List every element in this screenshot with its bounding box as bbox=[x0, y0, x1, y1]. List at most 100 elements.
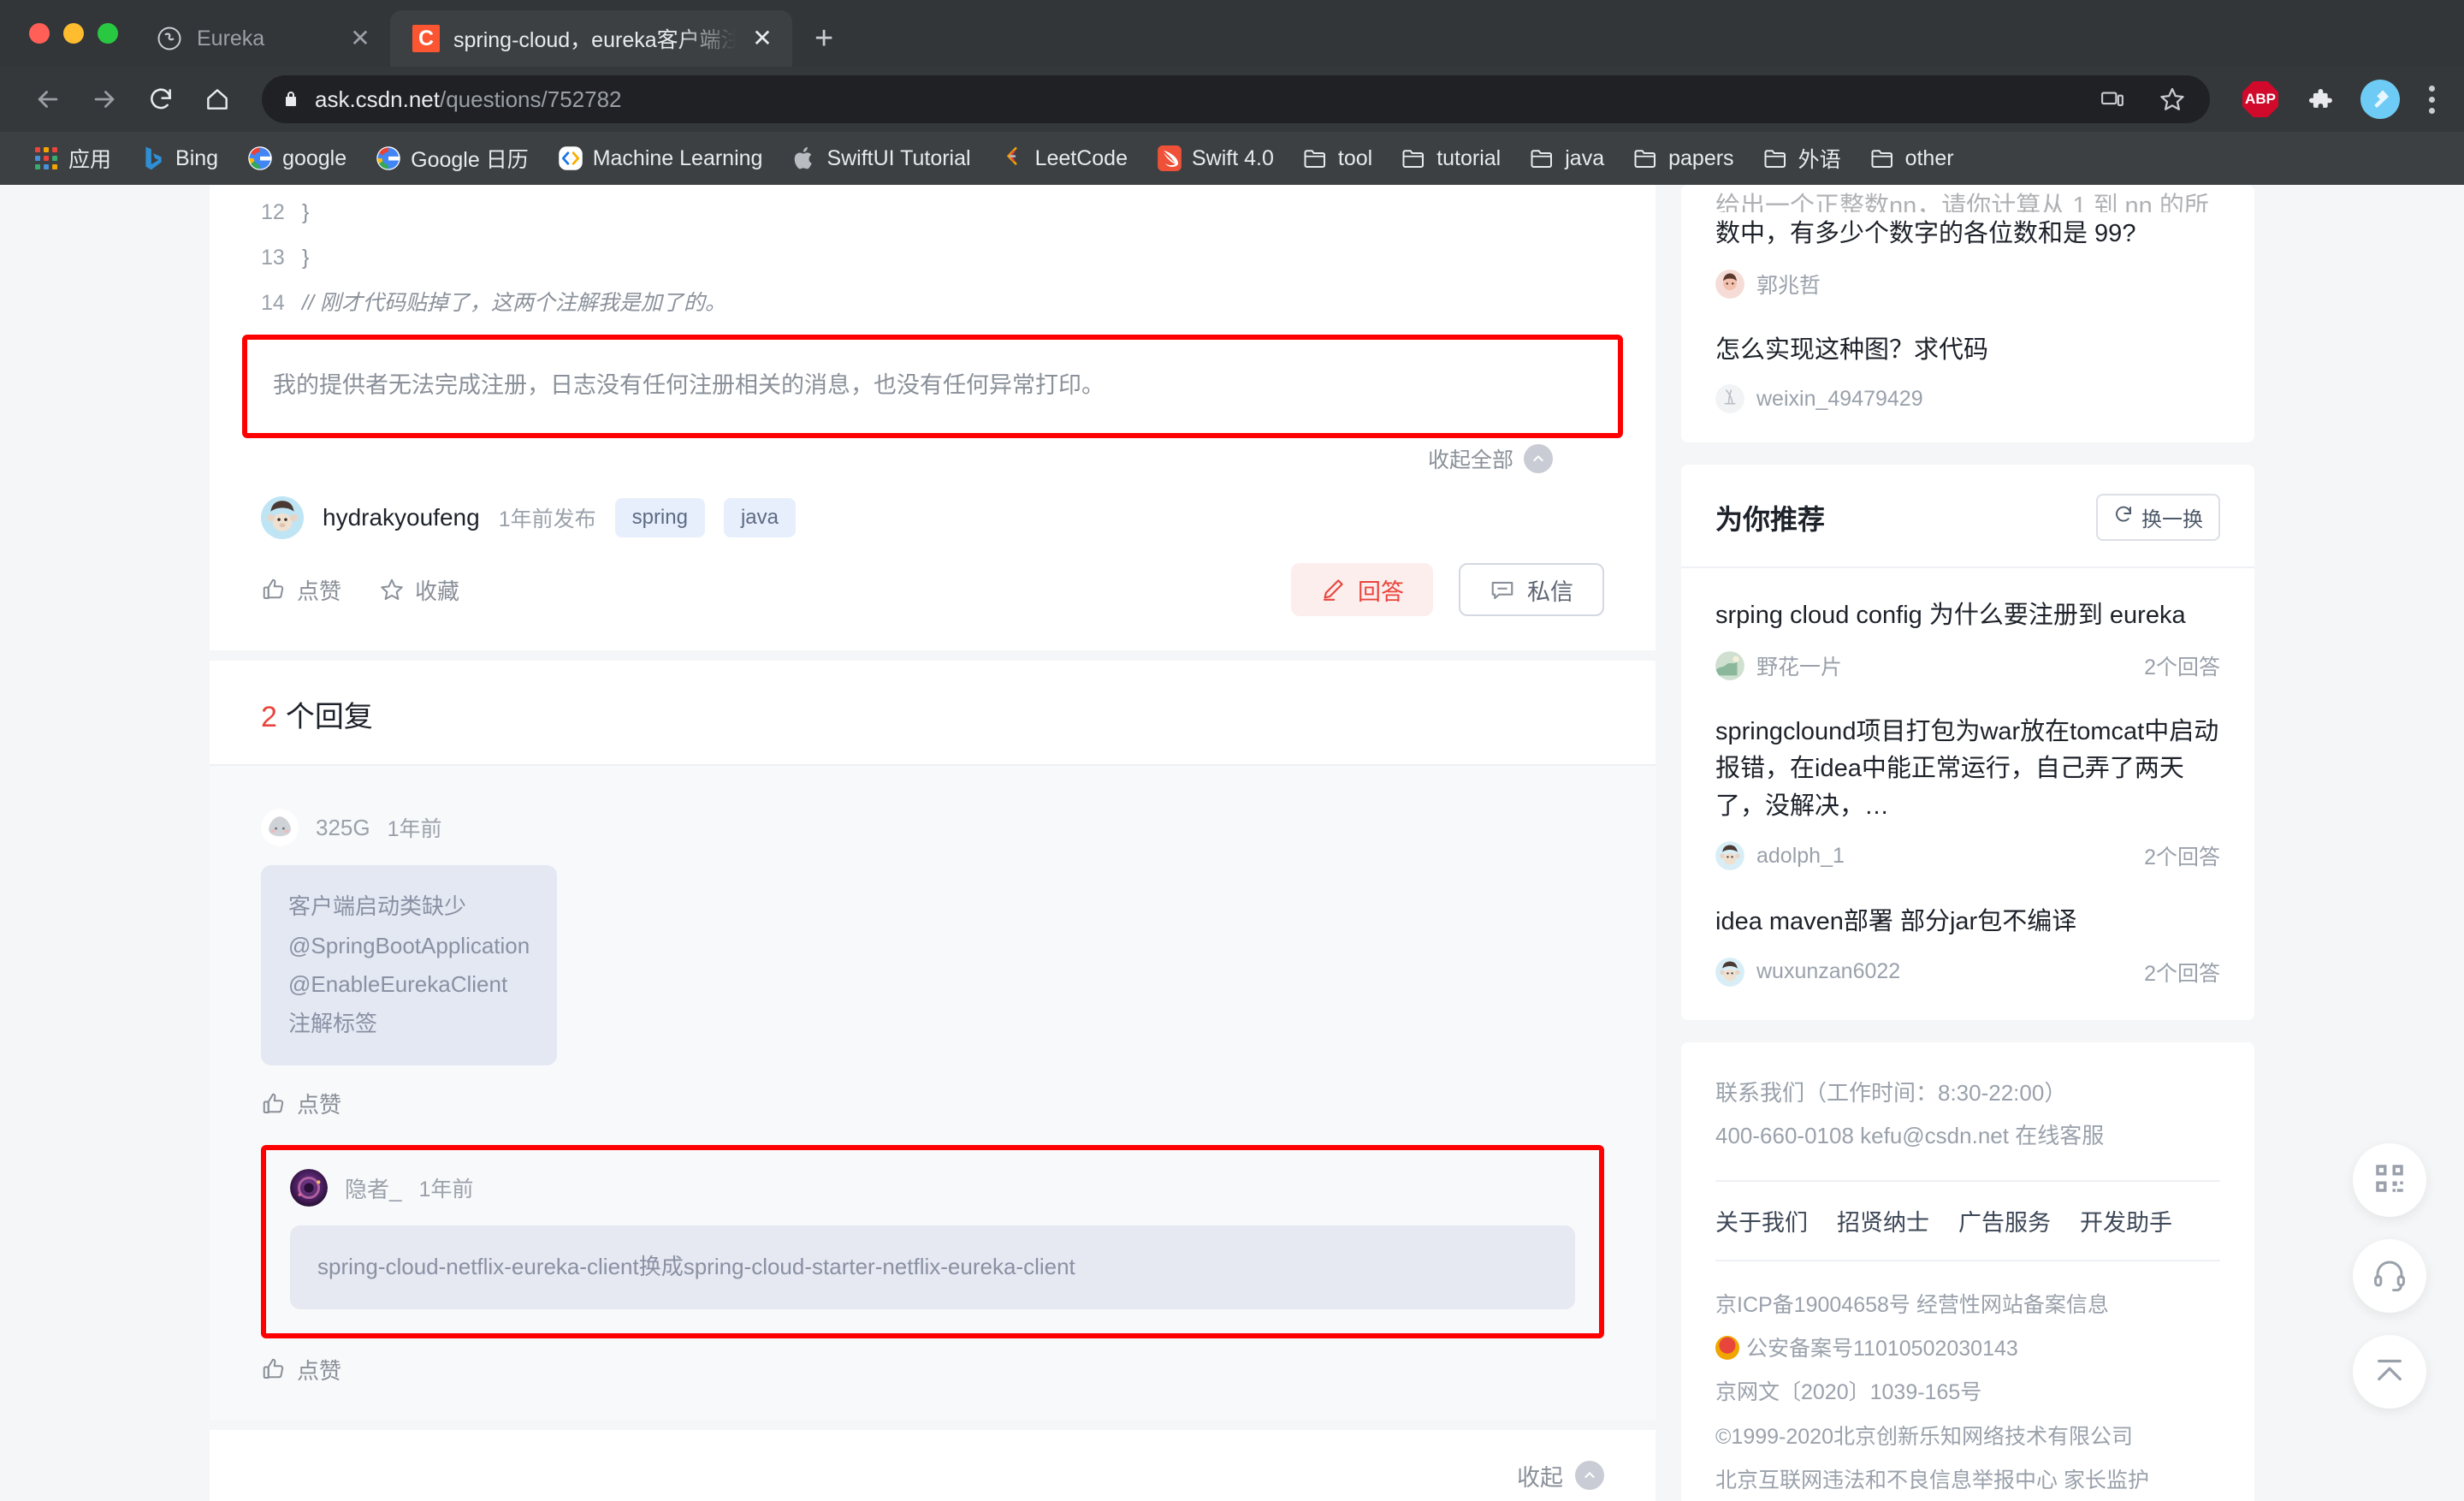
close-window-button[interactable] bbox=[29, 23, 50, 44]
legal-police-row[interactable]: 公安备案号11010502030143 bbox=[1715, 1327, 2220, 1371]
recommend-user[interactable]: wuxunzan6022 bbox=[1756, 959, 1900, 984]
bookmark-swiftui-tutorial[interactable]: SwiftUI Tutorial bbox=[777, 138, 985, 179]
avatar[interactable] bbox=[1715, 650, 1744, 680]
legal-icp[interactable]: 京ICP备19004658号 经营性网站备案信息 bbox=[1715, 1284, 2220, 1327]
footer-link-careers[interactable]: 招贤纳士 bbox=[1837, 1204, 1929, 1237]
minimize-window-button[interactable] bbox=[63, 23, 84, 44]
close-icon[interactable]: ✕ bbox=[347, 27, 373, 50]
bookmark-folder-tool[interactable]: tool bbox=[1288, 138, 1387, 179]
recommend-title[interactable]: idea maven部署 部分jar包不编译 bbox=[1715, 900, 2220, 941]
footer-divider bbox=[1715, 1179, 2220, 1182]
window-controls[interactable] bbox=[21, 0, 133, 67]
avatar[interactable] bbox=[261, 809, 299, 847]
legal-report-1[interactable]: 北京互联网违法和不良信息举报中心 家长监护 bbox=[1715, 1459, 2220, 1501]
bookmark-bing[interactable]: Bing bbox=[126, 138, 233, 179]
reply-like-label: 点赞 bbox=[297, 1092, 342, 1118]
replies-heading: 2 个回复 bbox=[210, 661, 1656, 767]
reload-icon[interactable] bbox=[135, 74, 187, 125]
bookmark-folder-papers[interactable]: papers bbox=[1619, 138, 1748, 179]
tab-eureka[interactable]: Eureka ✕ bbox=[133, 10, 390, 67]
folder-icon bbox=[1633, 145, 1659, 171]
recommend-user[interactable]: 野花一片 bbox=[1756, 650, 1842, 681]
reply-like-button[interactable]: 点赞 bbox=[261, 1354, 1604, 1385]
refresh-label: 换一换 bbox=[2141, 508, 2203, 531]
question-line-2[interactable]: 数中，有多少个数字的各位数和是 99? bbox=[1715, 212, 2220, 253]
bookmark-label: Swift 4.0 bbox=[1192, 145, 1274, 170]
recommend-title[interactable]: srping cloud config 为什么要注册到 eureka bbox=[1715, 594, 2220, 635]
question-user-name[interactable]: 郭兆哲 bbox=[1756, 269, 1821, 300]
url-host: ask.csdn.net bbox=[315, 86, 440, 112]
apps-grid-icon bbox=[33, 145, 59, 171]
avatar[interactable] bbox=[1715, 384, 1744, 413]
reply-list: 325G 1年前 客户端启动类缺少 @SpringBootApplication… bbox=[210, 766, 1656, 1420]
line-number: 14 bbox=[261, 291, 285, 315]
reply-author[interactable]: 隐者_ bbox=[345, 1172, 401, 1204]
bookmark-label: papers bbox=[1668, 145, 1734, 170]
bookmark-machine-learning[interactable]: Machine Learning bbox=[543, 138, 778, 179]
tag-java[interactable]: java bbox=[723, 498, 796, 538]
tag-spring[interactable]: spring bbox=[614, 498, 705, 538]
cast-icon[interactable] bbox=[2094, 80, 2131, 118]
extensions-puzzle-icon[interactable] bbox=[2301, 80, 2338, 118]
answer-button[interactable]: 回答 bbox=[1291, 563, 1433, 617]
bookmark-folder-foreign-language[interactable]: 外语 bbox=[1749, 138, 1856, 179]
home-icon[interactable] bbox=[192, 74, 243, 125]
apple-icon bbox=[791, 145, 817, 171]
close-icon[interactable]: ✕ bbox=[749, 27, 775, 50]
profile-avatar-icon[interactable] bbox=[2360, 80, 2400, 119]
footer-link-ads[interactable]: 广告服务 bbox=[1958, 1204, 2051, 1237]
favorite-button[interactable]: 收藏 bbox=[379, 574, 459, 606]
avatar[interactable] bbox=[261, 496, 304, 540]
like-button[interactable]: 点赞 bbox=[261, 574, 341, 606]
chrome-menu-icon[interactable] bbox=[2422, 85, 2442, 114]
collapse-button[interactable]: 收起 bbox=[210, 1429, 1656, 1501]
qrcode-icon bbox=[2372, 1160, 2408, 1201]
customer-service-button[interactable] bbox=[2353, 1239, 2426, 1313]
question-user-name[interactable]: weixin_49479429 bbox=[1756, 387, 1923, 412]
bookmark-google-calendar[interactable]: Google 日历 bbox=[361, 138, 543, 179]
back-to-top-icon bbox=[2372, 1352, 2408, 1392]
bookmark-google[interactable]: google bbox=[233, 138, 361, 179]
qrcode-button[interactable] bbox=[2353, 1143, 2426, 1217]
new-tab-button[interactable]: + bbox=[814, 22, 833, 55]
legal-jingwangwen: 京网文〔2020〕1039-165号 bbox=[1715, 1380, 1982, 1405]
avatar[interactable] bbox=[1715, 269, 1744, 299]
footer-link-about[interactable]: 关于我们 bbox=[1715, 1204, 1808, 1237]
collapse-all-button[interactable]: 收起全部 bbox=[210, 438, 1656, 474]
sidebar-footer: 联系我们（工作时间：8:30-22:00） 400-660-0108 kefu@… bbox=[1681, 1041, 2254, 1501]
reply-author[interactable]: 325G bbox=[316, 815, 370, 841]
abp-icon[interactable]: ABP bbox=[2242, 81, 2278, 117]
bookmark-folder-other[interactable]: other bbox=[1856, 138, 1969, 179]
recommend-title[interactable]: springclound项目打包为war放在tomcat中启动报错，在idea中… bbox=[1715, 710, 2220, 826]
bookmark-leetcode[interactable]: LeetCode bbox=[986, 138, 1142, 179]
bookmark-star-icon[interactable] bbox=[2153, 80, 2191, 118]
avatar[interactable] bbox=[1715, 957, 1744, 987]
bookmark-swift-40[interactable]: Swift 4.0 bbox=[1142, 138, 1288, 179]
bookmark-folder-java[interactable]: java bbox=[1515, 138, 1619, 179]
line-text: // 刚才代码贴掉了，这两个注解我是加了的。 bbox=[302, 291, 726, 315]
avatar[interactable] bbox=[290, 1169, 328, 1207]
back-to-top-button[interactable] bbox=[2353, 1335, 2426, 1409]
address-bar[interactable]: ask.csdn.net/questions/752782 bbox=[262, 75, 2210, 123]
question-title[interactable]: 怎么实现这种图？求代码 bbox=[1715, 329, 2220, 370]
extensions-area: ABP bbox=[2229, 80, 2442, 119]
private-message-button[interactable]: 私信 bbox=[1459, 563, 1604, 617]
refresh-recommend-button[interactable]: 换一换 bbox=[2096, 494, 2220, 541]
question-author-row: hydrakyoufeng 1年前发布 spring java bbox=[210, 474, 1656, 540]
tab-csdn-question[interactable]: C spring-cloud，eureka客户端注册 ✕ bbox=[390, 10, 792, 67]
question-actions-row: 点赞 收藏 回答 私信 bbox=[210, 539, 1656, 650]
back-icon[interactable] bbox=[22, 74, 74, 125]
recommend-user[interactable]: adolph_1 bbox=[1756, 844, 1845, 869]
footer-link-dev-assistant[interactable]: 开发助手 bbox=[2080, 1204, 2172, 1237]
bookmark-label: Machine Learning bbox=[592, 145, 763, 170]
avatar[interactable] bbox=[1715, 841, 1744, 870]
forward-icon[interactable] bbox=[79, 74, 130, 125]
bookmark-folder-tutorial[interactable]: tutorial bbox=[1387, 138, 1515, 179]
question-author-name[interactable]: hydrakyoufeng bbox=[323, 504, 480, 531]
legal-copyright: ©1999-2020北京创新乐知网络技术有限公司 bbox=[1715, 1424, 2133, 1449]
police-badge-icon bbox=[1715, 1336, 1739, 1361]
bookmark-apps[interactable]: 应用 bbox=[19, 138, 126, 179]
reply-like-button[interactable]: 点赞 bbox=[261, 1088, 1604, 1119]
contact-line-2[interactable]: 400-660-0108 kefu@csdn.net 在线客服 bbox=[1715, 1114, 2220, 1158]
maximize-window-button[interactable] bbox=[98, 23, 118, 44]
